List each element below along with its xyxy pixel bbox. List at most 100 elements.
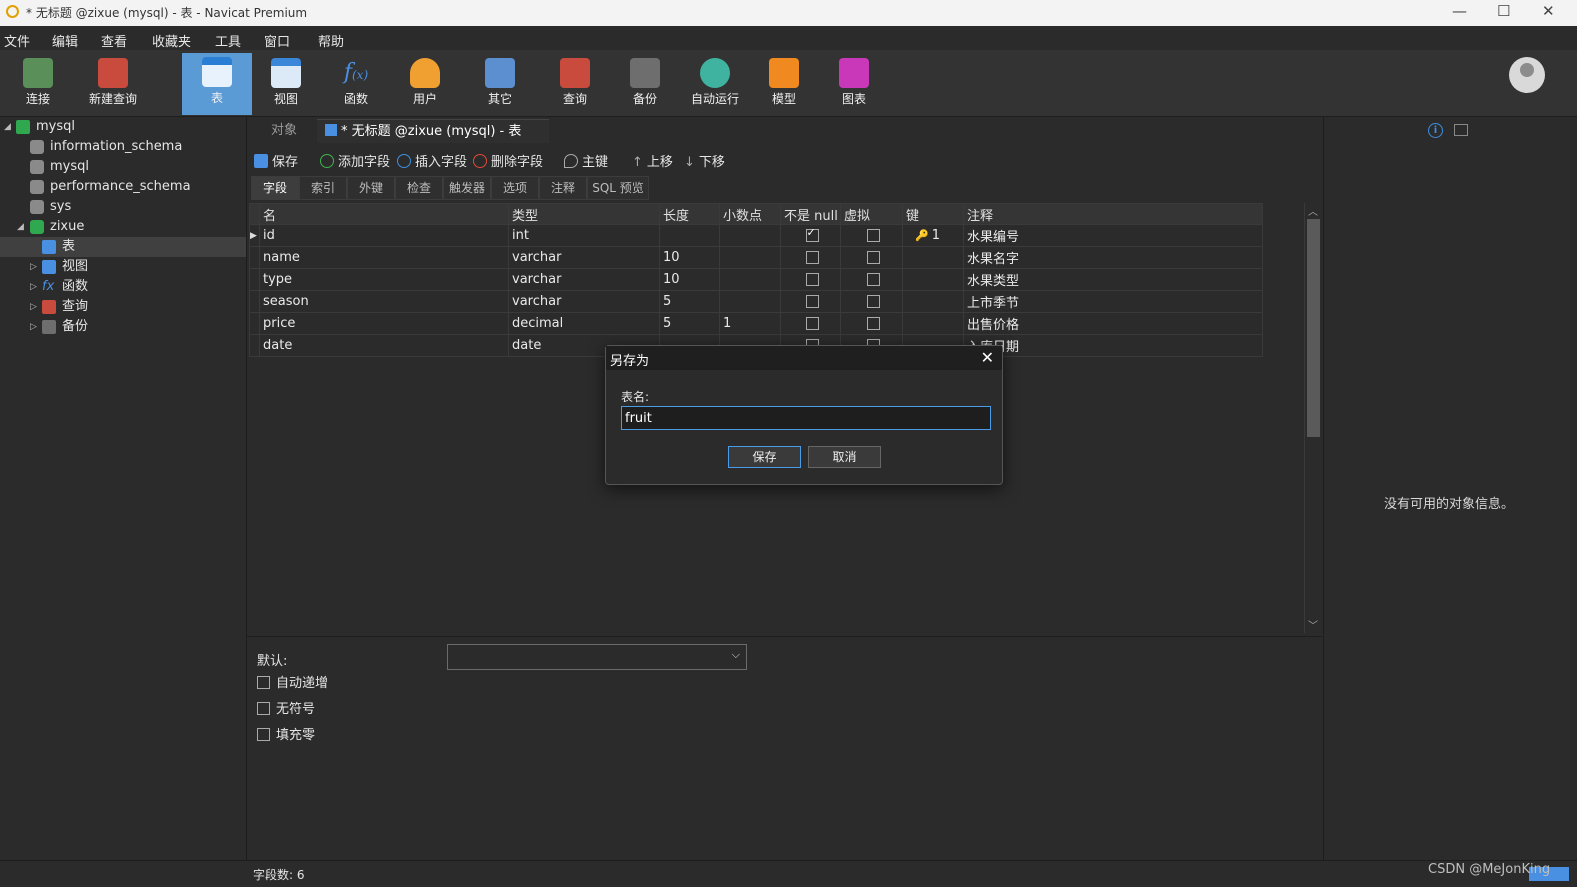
table-row[interactable]: ▶idint🔑1水果编号 [249, 224, 1263, 247]
maximize-icon[interactable]: ☐ [1497, 2, 1510, 20]
cell-virtual[interactable] [840, 268, 903, 291]
cell-length[interactable]: 5 [659, 290, 720, 313]
toolbar-view-button[interactable]: 视图 [252, 54, 320, 114]
not-null-checkbox[interactable] [805, 226, 819, 242]
virtual-checkbox[interactable] [866, 273, 880, 286]
zerofill-option[interactable]: 填充零 [257, 724, 315, 743]
cell-length[interactable]: 5 [659, 312, 720, 335]
cell-type[interactable]: decimal [508, 312, 660, 335]
tab-untitled-table[interactable]: * 无标题 @zixue (mysql) - 表 [317, 119, 549, 143]
cell-virtual[interactable] [840, 224, 903, 247]
cell-not-null[interactable] [780, 312, 841, 335]
cell-not-null[interactable] [780, 268, 841, 291]
table-row[interactable]: price decimal 5 1 出售价格 [249, 312, 1263, 335]
tree-item-functions[interactable]: fx 函数 [42, 277, 88, 297]
tree-db-performance-schema[interactable]: performance_schema [30, 177, 191, 197]
row-indicator[interactable] [249, 290, 260, 313]
tree-db-zixue[interactable]: zixue [30, 217, 84, 237]
toolbar-connect-button[interactable]: 连接 [4, 54, 72, 114]
cell-comment[interactable]: 水果类型 [963, 268, 1263, 291]
not-null-checkbox[interactable] [805, 317, 819, 330]
collapse-arrow-icon[interactable]: ◢ [4, 122, 11, 132]
virtual-checkbox[interactable] [866, 229, 880, 242]
menu-help[interactable]: 帮助 [318, 31, 344, 50]
tree-item-tables[interactable]: 表 [0, 237, 246, 257]
toolbar-function-button[interactable]: f(x) 函数 [322, 54, 390, 114]
row-indicator[interactable] [249, 268, 260, 291]
subtab-foreign-keys[interactable]: 外键 [347, 176, 395, 200]
header-key[interactable]: 键 [902, 203, 964, 225]
menu-tools[interactable]: 工具 [215, 31, 241, 50]
scroll-up-icon[interactable]: ︿ [1308, 203, 1318, 218]
expand-arrow-icon[interactable]: ▷ [30, 262, 37, 272]
virtual-checkbox[interactable] [866, 251, 880, 264]
row-indicator[interactable] [249, 334, 260, 357]
tree-item-views[interactable]: 视图 [42, 257, 88, 277]
scrollbar-thumb[interactable] [1307, 219, 1320, 437]
cell-name[interactable]: name [259, 246, 509, 269]
cell-name[interactable]: price [259, 312, 509, 335]
toolbar-new-query-button[interactable]: 新建查询 [79, 54, 147, 114]
toolbar-user-button[interactable]: 用户 [391, 54, 459, 114]
toolbar-backup-button[interactable]: 备份 [611, 54, 679, 114]
header-type[interactable]: 类型 [508, 203, 660, 225]
minimize-icon[interactable]: — [1452, 2, 1467, 20]
toolbar-automation-button[interactable]: 自动运行 [681, 54, 749, 114]
info-icon[interactable]: i [1428, 123, 1443, 138]
table-row[interactable]: name varchar 10 水果名字 [249, 246, 1263, 269]
header-not-null[interactable]: 不是 null [780, 203, 841, 225]
cell-key[interactable] [902, 268, 964, 291]
subtab-indexes[interactable]: 索引 [299, 176, 347, 200]
cell-name[interactable]: type [259, 268, 509, 291]
cell-not-null[interactable] [780, 224, 841, 247]
cell-decimals[interactable] [719, 224, 781, 247]
subtab-fields[interactable]: 字段 [251, 176, 299, 200]
cell-type[interactable]: varchar [508, 268, 660, 291]
cell-virtual[interactable] [840, 312, 903, 335]
tree-item-queries[interactable]: 查询 [42, 297, 88, 317]
insert-field-button[interactable]: 插入字段 [397, 151, 467, 170]
cell-length[interactable]: 10 [659, 246, 720, 269]
not-null-checkbox[interactable] [805, 273, 819, 286]
menu-edit[interactable]: 编辑 [52, 31, 78, 50]
cell-name[interactable]: season [259, 290, 509, 313]
dialog-cancel-button[interactable]: 取消 [808, 446, 881, 468]
cell-decimals[interactable]: 1 [719, 312, 781, 335]
header-virtual[interactable]: 虚拟 [840, 203, 903, 225]
table-row[interactable]: type varchar 10 水果类型 [249, 268, 1263, 291]
subtab-sql-preview[interactable]: SQL 预览 [587, 176, 649, 200]
toolbar-chart-button[interactable]: 图表 [820, 54, 888, 114]
cell-comment[interactable]: 水果名字 [963, 246, 1263, 269]
cell-length[interactable] [659, 224, 720, 247]
cell-key[interactable] [902, 246, 964, 269]
subtab-triggers[interactable]: 触发器 [443, 176, 491, 200]
subtab-comment[interactable]: 注释 [539, 176, 587, 200]
table-name-input[interactable] [621, 406, 991, 430]
cell-not-null[interactable] [780, 246, 841, 269]
cell-decimals[interactable] [719, 290, 781, 313]
auto-increment-checkbox[interactable] [257, 676, 270, 689]
table-row[interactable]: season varchar 5 上市季节 [249, 290, 1263, 313]
cell-length[interactable]: 10 [659, 268, 720, 291]
cell-type[interactable]: varchar [508, 246, 660, 269]
dialog-save-button[interactable]: 保存 [728, 446, 801, 468]
cell-key[interactable] [902, 290, 964, 313]
toolbar-other-button[interactable]: 其它 [466, 54, 534, 114]
menu-view[interactable]: 查看 [101, 31, 127, 50]
move-down-button[interactable]: ↓ 下移 [684, 151, 725, 170]
tree-connection-mysql[interactable]: mysql [16, 117, 75, 137]
subtab-options[interactable]: 选项 [491, 176, 539, 200]
header-decimals[interactable]: 小数点 [719, 203, 781, 225]
add-field-button[interactable]: 添加字段 [320, 151, 390, 170]
cell-decimals[interactable] [719, 246, 781, 269]
default-select[interactable]: ⌵ [447, 644, 747, 670]
row-indicator[interactable] [249, 312, 260, 335]
subtab-checks[interactable]: 检查 [395, 176, 443, 200]
menu-file[interactable]: 文件 [4, 31, 30, 50]
cell-name[interactable]: id [259, 224, 509, 247]
cell-not-null[interactable] [780, 290, 841, 313]
expand-arrow-icon[interactable]: ▷ [30, 302, 37, 312]
save-button[interactable]: 保存 [254, 151, 298, 170]
cell-comment[interactable]: 出售价格 [963, 312, 1263, 335]
cell-comment[interactable]: 上市季节 [963, 290, 1263, 313]
